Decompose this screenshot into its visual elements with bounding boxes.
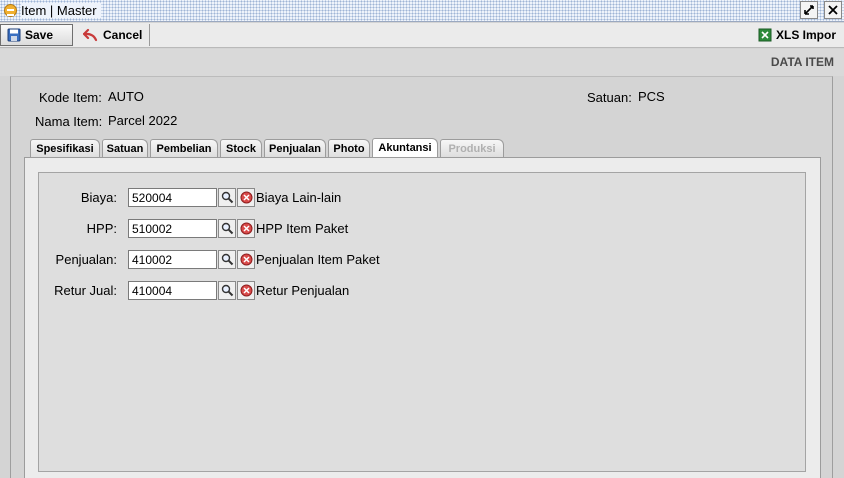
section-header: DATA ITEM xyxy=(0,49,844,76)
kode-item-label: Kode Item: xyxy=(39,90,102,105)
tab-produksi: Produksi xyxy=(440,139,504,157)
hpp-label: HPP: xyxy=(86,221,117,236)
tab-stock[interactable]: Stock xyxy=(220,139,262,157)
penjualan-lookup-button[interactable] xyxy=(218,250,236,269)
xls-import-button[interactable]: XLS Impor xyxy=(752,24,844,46)
save-button[interactable]: Save xyxy=(0,24,73,46)
penjualan-label: Penjualan: xyxy=(55,252,117,267)
tab-penjualan[interactable]: Penjualan xyxy=(264,139,326,157)
undo-arrow-icon xyxy=(83,28,98,42)
biaya-label: Biaya: xyxy=(80,190,117,205)
biaya-lookup-button[interactable] xyxy=(218,188,236,207)
biaya-input[interactable]: 520004 xyxy=(128,188,217,207)
title-bar: Item | Master xyxy=(0,0,844,22)
restore-icon xyxy=(804,5,814,15)
cancel-label: Cancel xyxy=(103,28,143,42)
excel-icon xyxy=(758,28,772,42)
akuntansi-group xyxy=(38,172,806,472)
kode-item-value: AUTO xyxy=(108,89,144,104)
tab-label: Satuan xyxy=(106,143,144,155)
tab-label: Spesifikasi xyxy=(36,143,94,155)
restore-button[interactable] xyxy=(800,1,818,19)
tab-label: Pembelian xyxy=(156,143,212,155)
save-label: Save xyxy=(25,28,54,42)
biaya-clear-button[interactable] xyxy=(237,188,255,207)
hpp-clear-button[interactable] xyxy=(237,219,255,238)
nama-item-value: Parcel 2022 xyxy=(108,113,178,128)
penjualan-input[interactable]: 410002 xyxy=(128,250,217,269)
magnifier-icon xyxy=(221,191,233,204)
retur-jual-label: Retur Jual: xyxy=(54,283,117,298)
app-icon xyxy=(4,4,17,17)
tab-label: Penjualan xyxy=(269,143,321,155)
retur-jual-description: Retur Penjualan xyxy=(256,283,350,298)
tab-pembelian[interactable]: Pembelian xyxy=(150,139,218,157)
cancel-button[interactable]: Cancel xyxy=(77,24,150,46)
tab-label: Stock xyxy=(226,143,256,155)
penjualan-clear-button[interactable] xyxy=(237,250,255,269)
magnifier-icon xyxy=(221,253,233,266)
red-x-circle-icon xyxy=(240,191,252,204)
section-title: DATA ITEM xyxy=(770,55,834,69)
floppy-disk-icon xyxy=(7,28,21,42)
toolbar: Save Cancel XLS Impor xyxy=(0,23,844,48)
magnifier-icon xyxy=(221,222,233,235)
tab-label: Photo xyxy=(333,143,365,155)
satuan-label: Satuan: xyxy=(587,90,632,105)
biaya-description: Biaya Lain-lain xyxy=(256,190,342,205)
satuan-value: PCS xyxy=(638,89,665,104)
hpp-description: HPP Item Paket xyxy=(256,221,349,236)
nama-item-label: Nama Item: xyxy=(35,114,103,129)
hpp-lookup-button[interactable] xyxy=(218,219,236,238)
retur-jual-clear-button[interactable] xyxy=(237,281,255,300)
tab-photo[interactable]: Photo xyxy=(328,139,370,157)
xls-label: XLS Impor xyxy=(776,28,837,42)
retur-jual-input[interactable]: 410004 xyxy=(128,281,217,300)
penjualan-description: Penjualan Item Paket xyxy=(256,252,380,267)
red-x-circle-icon xyxy=(240,284,252,297)
red-x-circle-icon xyxy=(240,253,252,266)
tab-label: Produksi xyxy=(448,143,496,155)
tab-satuan[interactable]: Satuan xyxy=(102,139,148,157)
magnifier-icon xyxy=(221,284,233,297)
hpp-input[interactable]: 510002 xyxy=(128,219,217,238)
close-icon xyxy=(828,5,838,15)
tab-akuntansi[interactable]: Akuntansi xyxy=(372,138,438,158)
red-x-circle-icon xyxy=(240,222,252,235)
tab-spesifikasi[interactable]: Spesifikasi xyxy=(30,139,100,157)
close-button[interactable] xyxy=(824,1,842,19)
retur-jual-lookup-button[interactable] xyxy=(218,281,236,300)
window-title: Item | Master xyxy=(21,3,101,18)
tab-label: Akuntansi xyxy=(378,142,432,154)
